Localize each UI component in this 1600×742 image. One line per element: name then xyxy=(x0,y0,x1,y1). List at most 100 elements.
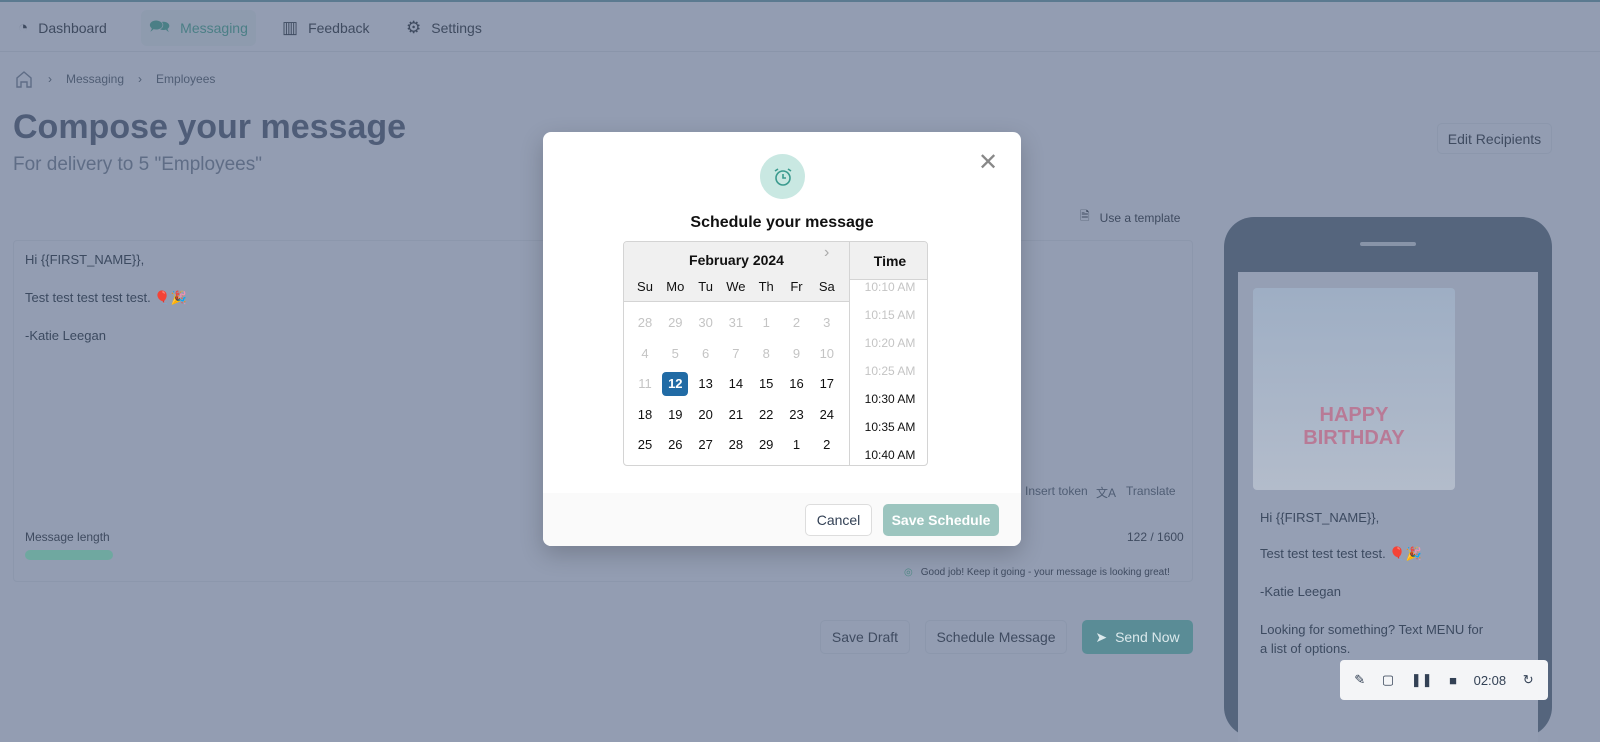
stop-icon[interactable]: ■ xyxy=(1449,673,1457,688)
calendar-day[interactable]: 18 xyxy=(632,403,658,427)
time-option[interactable]: 10:35 AM xyxy=(850,420,927,434)
preview-line: Looking for something? Text MENU for a l… xyxy=(1260,622,1484,656)
schedule-modal: ✕ Schedule your message February 2024 › … xyxy=(543,132,1021,546)
pencil-icon[interactable]: ✎ xyxy=(1354,672,1365,688)
schedule-message-button[interactable]: Schedule Message xyxy=(925,620,1067,654)
save-schedule-button[interactable]: Save Schedule xyxy=(883,504,999,536)
time-option: 10:15 AM xyxy=(864,308,916,322)
calendar-day: 9 xyxy=(792,345,801,361)
breadcrumb-messaging[interactable]: Messaging xyxy=(66,72,124,86)
pause-icon[interactable]: ❚❚ xyxy=(1411,672,1433,688)
page-subtitle: For delivery to 5 "Employees" xyxy=(13,154,262,175)
preview-line: Test test test test test. 🎈🎉 xyxy=(1260,546,1422,561)
birthday-cake-image: HAPPY BIRTHDAY xyxy=(1253,288,1455,490)
calendar-day[interactable]: 17 xyxy=(814,372,840,396)
time-option: 10:25 AM xyxy=(864,364,916,378)
calendar-day: 5 xyxy=(671,345,679,361)
calendar-day[interactable]: 19 xyxy=(662,403,688,427)
translate-button[interactable]: 文A Translate xyxy=(1096,484,1176,501)
preview-line: -Katie Leegan xyxy=(1260,584,1341,599)
preview-line: Hi {{FIRST_NAME}}, xyxy=(1260,510,1380,525)
weekday-label: Tu xyxy=(698,279,713,294)
calendar-day: 8 xyxy=(762,345,770,361)
message-length-label: Message length xyxy=(25,530,110,544)
phone-preview: HAPPY BIRTHDAY Hi {{FIRST_NAME}}, Test t… xyxy=(1224,217,1552,742)
chat-icon: 🗪 xyxy=(149,16,171,36)
calendar-day: 31 xyxy=(728,315,744,330)
length-progress-bar xyxy=(25,550,1181,560)
breadcrumb-employees[interactable]: Employees xyxy=(156,72,215,86)
use-template-button[interactable]: 🗎 Use a template xyxy=(1080,207,1180,228)
calendar-day[interactable]: 24 xyxy=(814,403,840,427)
restart-icon[interactable]: ↻ xyxy=(1523,672,1534,688)
nav-item-feedback[interactable]: ▥ Feedback xyxy=(274,10,378,46)
calendar-header: February 2024 › Su Mo Tu We Th Fr Sa xyxy=(624,242,849,302)
page-title: Compose your message xyxy=(13,108,407,146)
calendar-day[interactable]: 20 xyxy=(693,403,719,427)
pie-chart-icon: ◔ xyxy=(18,18,29,37)
calendar-day[interactable]: 16 xyxy=(784,372,810,396)
time-list[interactable]: Time 10:10 AM 10:15 AM 10:20 AM 10:25 AM 10:… xyxy=(849,242,927,465)
time-option: 10:20 AM xyxy=(864,336,916,350)
calendar-day: 10 xyxy=(819,345,835,361)
calendar-day[interactable]: 23 xyxy=(784,403,810,427)
calendar-day: 28 xyxy=(637,315,653,330)
weekday-label: Fr xyxy=(790,279,803,294)
calendar-day[interactable]: 1 xyxy=(784,433,810,457)
time-header: Time xyxy=(850,242,927,280)
breadcrumb: › Messaging › Employees xyxy=(14,69,215,89)
date-picker: February 2024 › Su Mo Tu We Th Fr Sa 28 29 30 31 1… xyxy=(623,241,928,466)
calendar-day[interactable]: 14 xyxy=(723,372,749,396)
weekday-label: Mo xyxy=(666,279,685,294)
weekday-label: Sa xyxy=(818,279,835,294)
calendar-day[interactable]: 28 xyxy=(723,433,749,457)
send-now-button[interactable]: ➤ Send Now xyxy=(1082,620,1193,654)
recorder-toolbar: ✎ ▢ ❚❚ ■ 02:08 ↻ xyxy=(1340,660,1548,700)
calendar-day[interactable]: 27 xyxy=(693,433,719,457)
top-nav: ◔ Dashboard 🗪 Messaging ▥ Feedback ⚙ Settings xyxy=(0,0,1600,52)
time-option[interactable]: 10:40 AM xyxy=(850,448,927,462)
calendar-day: 30 xyxy=(698,315,713,330)
calendar-day: 4 xyxy=(641,345,649,361)
bar-chart-icon: ▥ xyxy=(282,18,299,37)
calendar-day: 7 xyxy=(732,345,740,361)
send-icon: ➤ xyxy=(1095,628,1108,645)
selected-day[interactable]: 12 xyxy=(662,372,689,396)
cancel-button[interactable]: Cancel xyxy=(805,504,872,536)
nav-item-settings[interactable]: ⚙ Settings xyxy=(398,10,490,46)
time-option: 10:10 AM xyxy=(864,280,916,294)
calendar-day[interactable]: 22 xyxy=(753,403,779,427)
editor-line: Test test test test test. 🎈🎉 xyxy=(25,290,187,305)
next-month-chevron-icon[interactable]: › xyxy=(824,244,829,262)
weekday-label: We xyxy=(726,279,746,294)
calendar-day[interactable]: 21 xyxy=(723,403,749,427)
weekday-label: Su xyxy=(637,279,653,294)
gear-icon: ⚙ xyxy=(406,18,422,37)
phone-speaker xyxy=(1360,242,1416,246)
home-icon[interactable] xyxy=(14,69,34,89)
time-option[interactable]: 10:30 AM xyxy=(850,392,927,406)
editor-line: Hi {{FIRST_NAME}}, xyxy=(25,252,145,267)
nav-item-dashboard[interactable]: ◔ Dashboard xyxy=(10,10,115,46)
note-icon[interactable]: ▢ xyxy=(1382,672,1394,688)
calendar-day[interactable]: 2 xyxy=(814,433,840,457)
insert-token-button[interactable]: Insert token xyxy=(1025,484,1088,498)
nav-item-messaging[interactable]: 🗪 Messaging xyxy=(141,10,256,46)
modal-footer: Cancel Save Schedule xyxy=(543,493,1021,546)
modal-title: Schedule your message xyxy=(690,214,874,231)
calendar-day[interactable]: 26 xyxy=(662,433,688,457)
check-circle-icon: ◎ xyxy=(904,567,913,578)
save-draft-button[interactable]: Save Draft xyxy=(820,620,910,654)
edit-recipients-button[interactable]: Edit Recipients xyxy=(1437,123,1552,154)
document-icon: 🗎 xyxy=(1080,209,1090,223)
translate-icon: 文A xyxy=(1096,486,1117,500)
calendar-day: 29 xyxy=(668,315,683,330)
calendar-day[interactable]: 15 xyxy=(753,372,779,396)
calendar-day[interactable]: 13 xyxy=(693,372,719,396)
calendar-day: 3 xyxy=(823,315,831,330)
close-icon[interactable]: ✕ xyxy=(978,148,998,177)
calendar-day: 11 xyxy=(638,376,652,391)
alarm-clock-icon xyxy=(760,154,805,199)
calendar-day[interactable]: 25 xyxy=(632,433,658,457)
calendar-day[interactable]: 29 xyxy=(753,433,779,457)
